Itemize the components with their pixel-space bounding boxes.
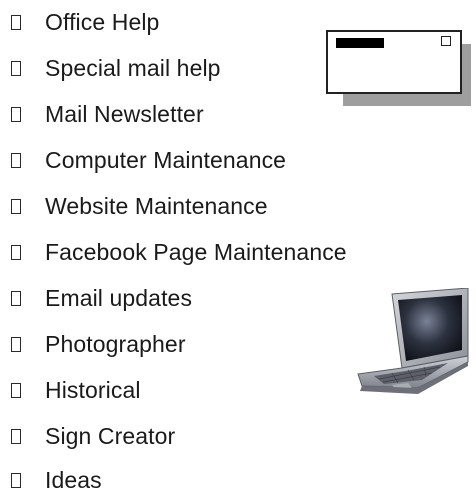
window-close-icon [441, 36, 451, 46]
window-icon [321, 30, 473, 110]
checkbox[interactable] [11, 472, 21, 488]
check-label: Website Maintenance [45, 192, 268, 219]
check-label: Sign Creator [45, 422, 176, 449]
check-item-mail-newsletter[interactable]: Mail Newsletter [11, 94, 204, 134]
check-label: Facebook Page Maintenance [45, 238, 347, 265]
check-item-special-mail-help[interactable]: Special mail help [11, 48, 221, 88]
check-label: Special mail help [45, 54, 221, 81]
window-frame [326, 30, 462, 94]
checkbox[interactable] [11, 336, 21, 352]
checkbox[interactable] [11, 198, 21, 214]
check-label: Photographer [45, 330, 186, 357]
checkbox[interactable] [11, 14, 21, 30]
checkbox[interactable] [11, 428, 21, 444]
check-label: Email updates [45, 284, 193, 311]
laptop-icon [357, 288, 469, 394]
check-item-photographer[interactable]: Photographer [11, 324, 186, 364]
check-item-computer-maintenance[interactable]: Computer Maintenance [11, 140, 286, 180]
check-item-email-updates[interactable]: Email updates [11, 278, 192, 318]
checkbox[interactable] [11, 106, 21, 122]
check-item-ideas[interactable]: Ideas [11, 460, 102, 500]
check-item-sign-creator[interactable]: Sign Creator [11, 416, 175, 456]
check-item-office-help[interactable]: Office Help [11, 2, 159, 42]
check-label: Office Help [45, 8, 160, 35]
check-label: Ideas [45, 466, 102, 493]
check-item-historical[interactable]: Historical [11, 370, 141, 410]
checkbox[interactable] [11, 244, 21, 260]
check-label: Computer Maintenance [45, 146, 287, 173]
checkbox[interactable] [11, 60, 21, 76]
check-item-website-maintenance[interactable]: Website Maintenance [11, 186, 268, 226]
check-label: Historical [45, 376, 141, 403]
check-label: Mail Newsletter [45, 100, 204, 127]
window-title-block [336, 38, 384, 48]
checkbox[interactable] [11, 152, 21, 168]
checkbox[interactable] [11, 290, 21, 306]
check-item-facebook-page-maintenance[interactable]: Facebook Page Maintenance [11, 232, 347, 272]
checkbox[interactable] [11, 382, 21, 398]
